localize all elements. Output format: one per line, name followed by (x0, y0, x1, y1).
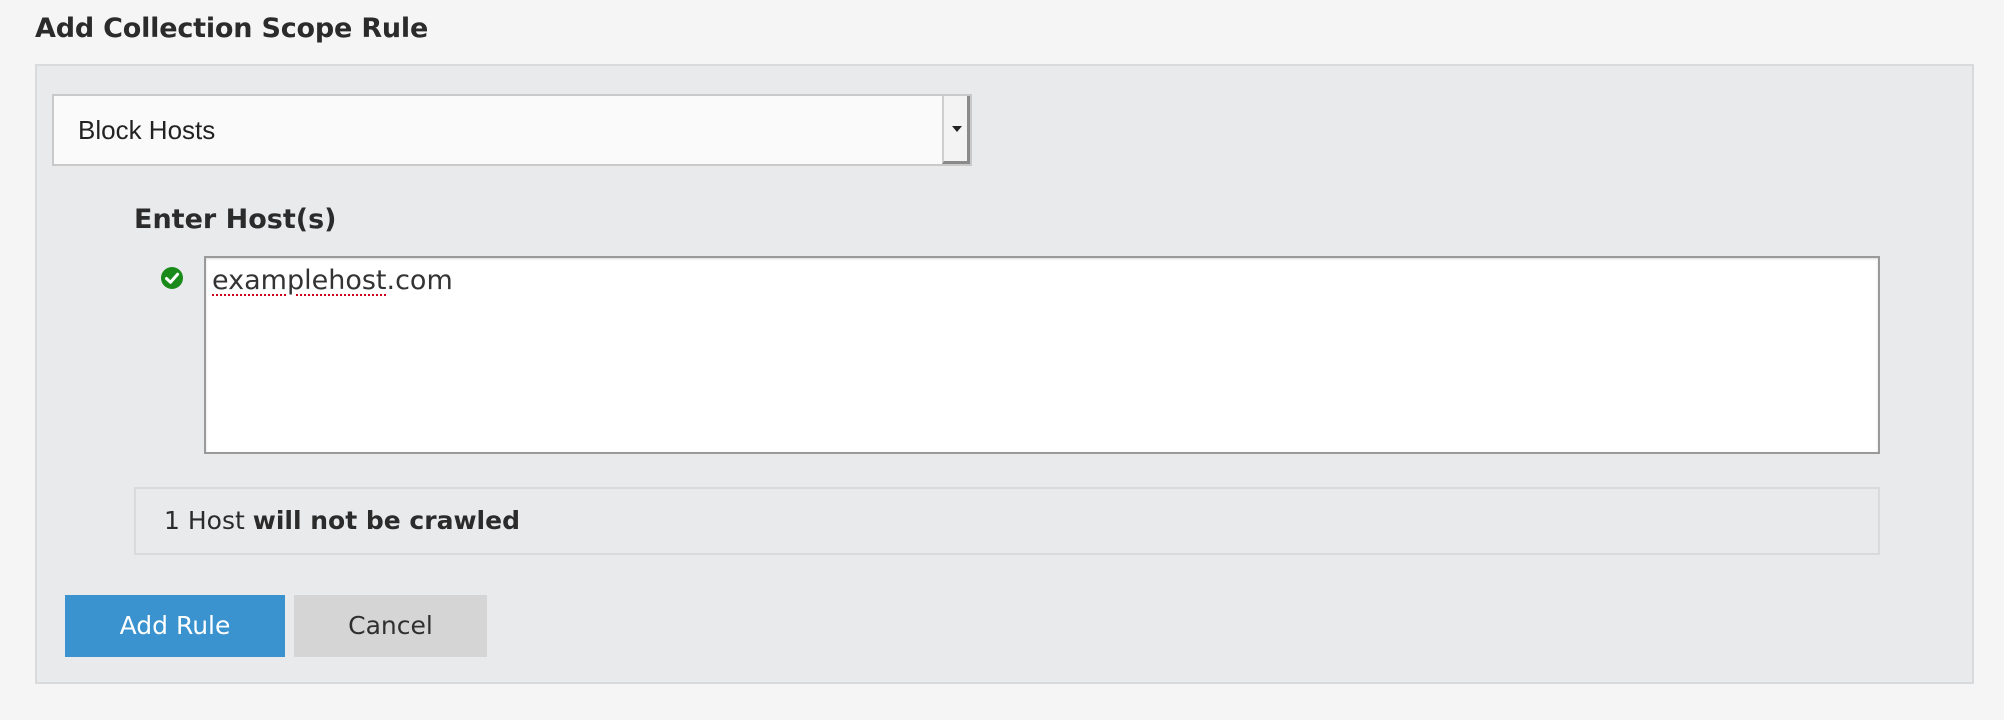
crawl-summary: 1 Host will not be crawled (134, 487, 1880, 555)
summary-status: will not be crawled (252, 506, 520, 535)
add-rule-button[interactable]: Add Rule (65, 595, 285, 657)
select-dropdown-button[interactable] (942, 96, 970, 164)
hosts-field-label: Enter Host(s) (134, 204, 337, 235)
cancel-button[interactable]: Cancel (294, 595, 487, 657)
check-circle-icon (161, 267, 183, 289)
rule-type-select[interactable]: Block Hosts (52, 94, 972, 166)
misspelled-word: examplehost (212, 265, 387, 296)
rule-type-selected-value: Block Hosts (78, 115, 216, 145)
page-title: Add Collection Scope Rule (35, 13, 429, 44)
hosts-textarea[interactable]: examplehost.com (204, 256, 1880, 454)
chevron-down-icon (952, 126, 962, 132)
rule-form-panel: Block Hosts Enter Host(s) examplehost.co… (35, 64, 1974, 684)
host-value-suffix: .com (386, 265, 453, 296)
summary-count: 1 Host (164, 506, 245, 535)
